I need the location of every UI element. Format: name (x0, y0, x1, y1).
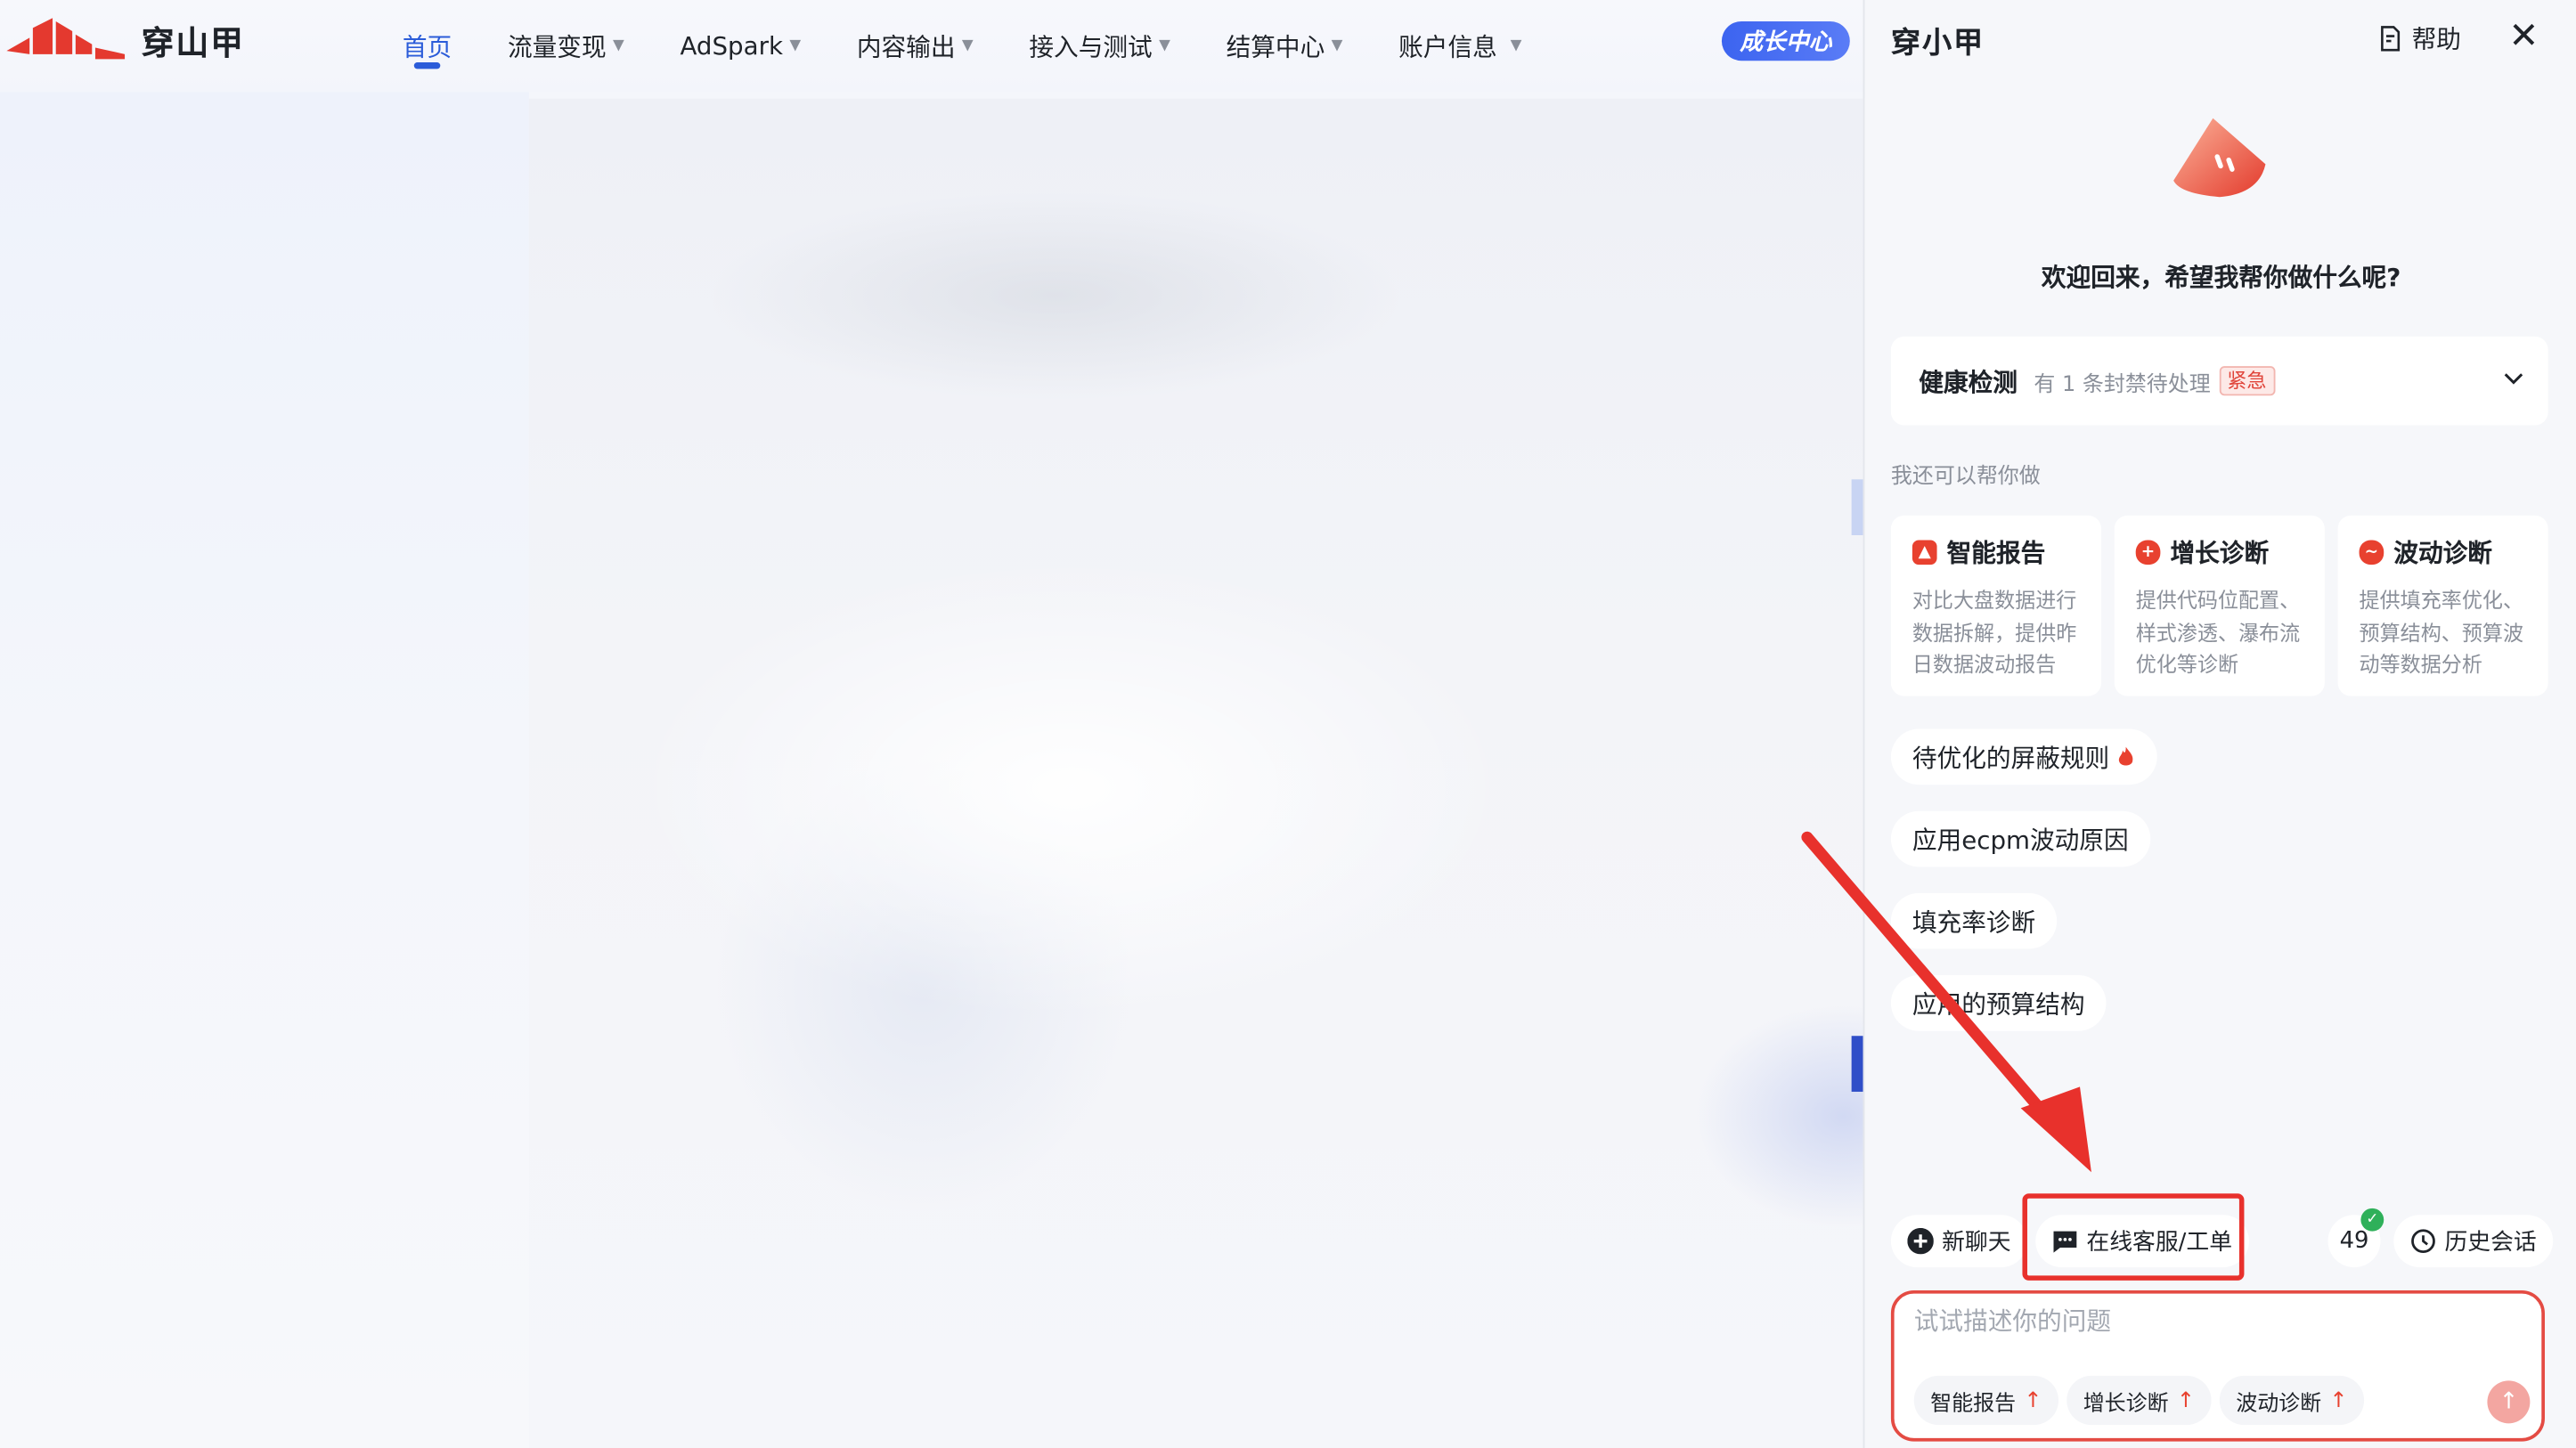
card-title: 增长诊断 (2170, 538, 2270, 568)
growth-center-button[interactable]: 成长中心 (1721, 20, 1850, 61)
urgent-badge: 紧急 (2218, 366, 2275, 396)
mascot-icon (2173, 118, 2266, 198)
suggestion-label: 应用的预算结构 (1912, 988, 2085, 1019)
new-chat-button[interactable]: 新聊天 (1890, 1215, 2027, 1268)
caret-down-icon: ▼ (1510, 37, 1522, 54)
nav-item-settlement[interactable]: 结算中心 ▼ (1227, 0, 1343, 92)
quick-action-growth-diagnosis[interactable]: 增长诊断 ↑ (2067, 1375, 2212, 1426)
nav-item-label: 接入与测试 (1029, 31, 1153, 62)
nav-item-traffic-monetization[interactable]: 流量变现 ▼ (508, 0, 624, 92)
assistant-title: 穿小甲 (1890, 26, 1985, 61)
count-value: 49 (2339, 1227, 2369, 1255)
suggestion-fill-rate[interactable]: 填充率诊断 (1890, 892, 2058, 949)
side-marker-dark (1851, 1036, 1863, 1092)
online-service-label: 在线客服/工单 (2086, 1229, 2233, 1257)
caret-down-icon: ▼ (1159, 37, 1170, 54)
health-check-title: 健康检测 (1919, 367, 2018, 397)
chat-input-box: 智能报告 ↑ 增长诊断 ↑ 波动诊断 ↑ ↑ (1890, 1289, 2545, 1442)
can-help-label: 我还可以帮你做 (1890, 464, 2041, 490)
card-description: 提供代码位配置、样式渗透、瀑布流优化等诊断 (2135, 587, 2301, 677)
help-button[interactable]: 帮助 (2377, 21, 2461, 56)
card-description: 对比大盘数据进行数据拆解，提供昨日数据波动报告 (1912, 587, 2077, 677)
history-label: 历史会话 (2444, 1229, 2537, 1257)
arrow-up-icon: ↑ (2329, 1387, 2348, 1413)
nav-item-label: AdSpark (680, 31, 783, 61)
feature-cards: ▲ 智能报告 对比大盘数据进行数据拆解，提供昨日数据波动报告 + 增长诊断 提供… (1890, 515, 2548, 696)
chat-input[interactable] (1913, 1303, 2523, 1363)
nav-item-account[interactable]: 账户信息 ▼ (1398, 0, 1521, 92)
plus-circle-icon (1907, 1227, 1934, 1255)
history-clock-icon (2411, 1229, 2435, 1254)
health-check-summary: 有 1 条封禁待处理 (2034, 371, 2211, 397)
nav-item-content-output[interactable]: 内容输出 ▼ (857, 0, 974, 92)
help-label: 帮助 (2411, 24, 2461, 54)
card-title: 智能报告 (1946, 538, 2046, 568)
quick-action-label: 波动诊断 (2236, 1391, 2322, 1417)
suggestion-budget-structure[interactable]: 应用的预算结构 (1890, 975, 2107, 1031)
caret-down-icon: ▼ (961, 37, 974, 54)
brand-name: 穿山甲 (141, 21, 245, 62)
send-button[interactable]: ↑ (2487, 1380, 2531, 1424)
caret-down-icon: ▼ (1331, 37, 1343, 54)
arrow-up-icon: ↑ (2024, 1387, 2042, 1413)
main-nav: 首页 流量变现 ▼ AdSpark ▼ 内容输出 ▼ 接入与测试 ▼ 结算中心 … (381, 0, 1577, 92)
card-title: 波动诊断 (2393, 538, 2492, 568)
nav-item-label: 首页 (402, 31, 452, 62)
history-button[interactable]: 历史会话 (2393, 1215, 2554, 1268)
nav-item-label: 内容输出 (856, 31, 956, 62)
caret-down-icon: ▼ (789, 37, 802, 54)
quick-action-label: 智能报告 (1930, 1391, 2017, 1417)
nav-item-label: 流量变现 (507, 31, 607, 62)
pangolin-logo-icon (6, 18, 126, 60)
nav-item-integration-testing[interactable]: 接入与测试 ▼ (1029, 0, 1170, 92)
arrow-up-icon: ↑ (2176, 1387, 2195, 1413)
blurred-content-area (528, 98, 1863, 1448)
quick-action-fluctuation-diagnosis[interactable]: 波动诊断 ↑ (2219, 1375, 2364, 1426)
nav-item-home[interactable]: 首页 (403, 0, 452, 92)
online-service-button[interactable]: 在线客服/工单 (2035, 1215, 2249, 1268)
quick-action-label: 增长诊断 (2083, 1391, 2169, 1417)
suggestion-label: 填充率诊断 (1912, 907, 2036, 937)
welcome-message: 欢迎回来，希望我帮你做什么呢? (2041, 262, 2401, 293)
check-icon: ✓ (2360, 1208, 2384, 1232)
health-check-panel[interactable]: 健康检测 有 1 条封禁待处理 紧急 (1890, 336, 2548, 426)
nav-item-label: 账户信息 (1398, 31, 1497, 62)
suggestion-ecpm[interactable]: 应用ecpm波动原因 (1890, 810, 2150, 867)
chevron-down-icon[interactable] (2502, 366, 2525, 389)
nav-item-adspark[interactable]: AdSpark ▼ (680, 0, 801, 92)
page-background (0, 92, 529, 1448)
caret-down-icon: ▼ (613, 37, 624, 54)
close-icon[interactable]: ✕ (2508, 19, 2539, 56)
send-arrow-icon: ↑ (2499, 1388, 2519, 1416)
card-fluctuation-diagnosis[interactable]: ~ 波动诊断 提供填充率优化、预算结构、预算波动等数据分析 (2337, 515, 2548, 696)
card-growth-diagnosis[interactable]: + 增长诊断 提供代码位配置、样式渗透、瀑布流优化等诊断 (2114, 515, 2325, 696)
quick-action-smart-report[interactable]: 智能报告 ↑ (1913, 1375, 2058, 1426)
new-chat-label: 新聊天 (1942, 1229, 2011, 1257)
suggestion-block-rules[interactable]: 待优化的屏蔽规则 (1890, 728, 2157, 785)
growth-diagnosis-icon: + (2135, 540, 2161, 565)
top-navigation-bar: 穿山甲 首页 流量变现 ▼ AdSpark ▼ 内容输出 ▼ 接入与测试 ▼ 结… (0, 0, 1863, 93)
help-doc-icon (2381, 26, 2401, 52)
suggestion-label: 应用ecpm波动原因 (1912, 825, 2129, 855)
fluctuation-icon: ~ (2359, 540, 2384, 565)
side-marker-light (1851, 479, 1863, 535)
nav-item-label: 结算中心 (1226, 31, 1325, 62)
card-description: 提供填充率优化、预算结构、预算波动等数据分析 (2359, 587, 2524, 677)
count-badge[interactable]: 49 ✓ (2327, 1208, 2384, 1268)
chat-bubble-icon (2053, 1230, 2077, 1252)
report-icon: ▲ (1912, 540, 1937, 565)
assistant-panel: 穿小甲 帮助 ✕ 欢迎回来，希望我帮你做什么呢? 健康检测 有 1 条封禁待处理… (1863, 0, 2576, 1448)
suggestion-label: 待优化的屏蔽规则 (1912, 743, 2110, 773)
card-smart-report[interactable]: ▲ 智能报告 对比大盘数据进行数据拆解，提供昨日数据波动报告 (1890, 515, 2101, 696)
brand-logo[interactable]: 穿山甲 (6, 15, 244, 64)
fire-icon (2118, 746, 2133, 766)
